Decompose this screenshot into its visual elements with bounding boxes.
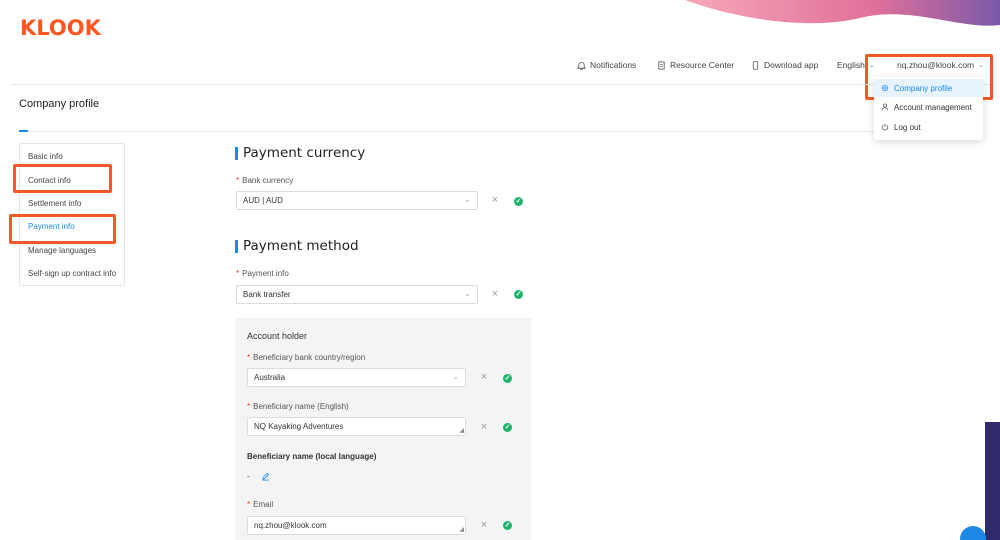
beneficiary-country-value: Australia	[254, 373, 286, 382]
beneficiary-name-local-value: -	[247, 472, 250, 481]
settings-icon	[881, 84, 889, 92]
confirm-icon[interactable]: ✓	[503, 374, 512, 383]
notifications-link[interactable]: Notifications	[577, 60, 636, 70]
active-tab-indicator	[19, 130, 28, 132]
language-label: English	[837, 60, 865, 70]
resource-center-link[interactable]: Resource Center	[657, 60, 734, 70]
phone-icon	[752, 60, 759, 70]
payment-info-select[interactable]: Bank transfer ⌄	[236, 285, 478, 304]
payment-method-title: Payment method	[243, 238, 359, 254]
chevron-down-icon: ⌄	[452, 372, 459, 381]
highlight-payment-info	[9, 214, 116, 244]
email-value: nq.zhou@klook.com	[254, 521, 327, 530]
menu-item-label: Company profile	[894, 83, 953, 93]
email-label-text: Email	[253, 500, 274, 509]
sidebar-item-basic-info[interactable]: Basic info	[28, 152, 63, 161]
download-app-label: Download app	[764, 60, 819, 70]
klook-logo[interactable]: KLOOK	[20, 16, 101, 40]
confirm-icon[interactable]: ✓	[503, 521, 512, 530]
document-icon	[658, 60, 665, 70]
cancel-icon[interactable]: ×	[490, 289, 500, 300]
required-marker: *	[247, 353, 251, 362]
menu-item-label: Account management	[894, 102, 972, 112]
required-marker: *	[236, 176, 240, 185]
bank-currency-label: * Bank currency	[236, 176, 293, 185]
beneficiary-name-en-label: * Beneficiary name (English)	[247, 402, 349, 411]
payment-info-label: * Payment info	[236, 269, 289, 278]
menu-item-company-profile[interactable]: Company profile	[874, 79, 983, 97]
cancel-icon[interactable]: ×	[479, 372, 489, 383]
beneficiary-country-select[interactable]: Australia ⌄	[247, 368, 466, 387]
title-divider	[19, 131, 979, 132]
confirm-icon[interactable]: ✓	[514, 290, 523, 299]
sidebar-item-self-sign-up-contract-info[interactable]: Self-sign up contract info	[28, 269, 116, 278]
payment-info-label-text: Payment info	[242, 269, 289, 278]
bank-currency-label-text: Bank currency	[242, 176, 294, 185]
edit-icon[interactable]	[261, 472, 270, 481]
cancel-icon[interactable]: ×	[479, 520, 489, 531]
resize-handle-icon[interactable]: ◢	[459, 526, 464, 533]
download-app-link[interactable]: Download app	[751, 60, 818, 70]
bank-currency-value: AUD | AUD	[243, 196, 283, 205]
beneficiary-name-en-label-text: Beneficiary name (English)	[253, 402, 349, 411]
account-holder-title: Account holder	[247, 331, 308, 341]
chevron-down-icon: ⌄	[464, 289, 471, 298]
chat-support-icon[interactable]	[960, 526, 986, 540]
resource-center-label: Resource Center	[670, 60, 735, 70]
beneficiary-country-label-text: Beneficiary bank country/region	[253, 353, 366, 362]
section-marker	[235, 147, 238, 160]
notifications-label: Notifications	[590, 60, 637, 70]
email-label: * Email	[247, 500, 273, 509]
menu-item-log-out[interactable]: Log out	[874, 118, 983, 136]
sidebar-item-manage-languages[interactable]: Manage languages	[28, 246, 96, 255]
beneficiary-name-en-input[interactable]: NQ Kayaking Adventures ◢	[247, 417, 466, 436]
user-dropdown-menu: Company profile Account management Log o…	[874, 77, 983, 140]
decorative-side-strip	[985, 422, 1000, 540]
decorative-wave	[685, 0, 1000, 26]
required-marker: *	[247, 402, 251, 411]
bank-currency-select[interactable]: AUD | AUD ⌄	[236, 191, 478, 210]
header-divider	[10, 84, 990, 85]
section-marker	[235, 240, 238, 253]
highlight-contact-info	[13, 164, 112, 193]
chevron-down-icon: ⌄	[464, 195, 471, 204]
cancel-icon[interactable]: ×	[490, 195, 500, 206]
power-icon	[881, 123, 889, 131]
payment-info-value: Bank transfer	[243, 290, 291, 299]
page-title: Company profile	[19, 98, 100, 110]
confirm-icon[interactable]: ✓	[514, 197, 523, 206]
beneficiary-country-label: * Beneficiary bank country/region	[247, 353, 365, 362]
beneficiary-name-en-value: NQ Kayaking Adventures	[254, 422, 344, 431]
beneficiary-name-local-label: Beneficiary name (local language)	[247, 452, 377, 461]
resize-handle-icon[interactable]: ◢	[459, 427, 464, 434]
payment-currency-title: Payment currency	[243, 145, 366, 161]
cancel-icon[interactable]: ×	[479, 422, 489, 433]
sidebar-item-settlement-info[interactable]: Settlement info	[28, 199, 81, 208]
bell-icon	[577, 61, 586, 70]
required-marker: *	[236, 269, 240, 278]
menu-item-account-management[interactable]: Account management	[874, 98, 983, 116]
required-marker: *	[247, 500, 251, 509]
confirm-icon[interactable]: ✓	[503, 423, 512, 432]
user-icon	[881, 103, 889, 111]
menu-item-label: Log out	[894, 122, 921, 132]
email-input[interactable]: nq.zhou@klook.com ◢	[247, 516, 466, 535]
